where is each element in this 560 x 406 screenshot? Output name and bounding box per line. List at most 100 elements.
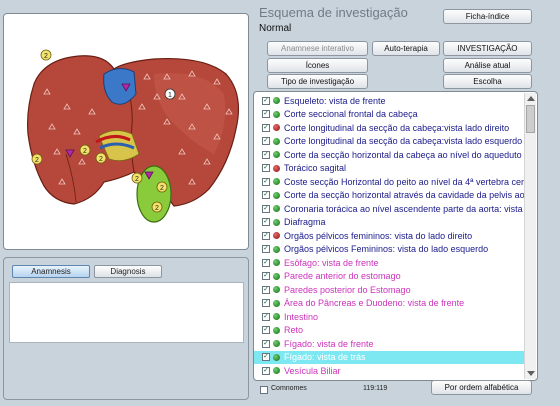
list-item-label: Diafragma bbox=[284, 217, 326, 227]
green-dot-icon bbox=[273, 272, 280, 280]
list-item[interactable]: ✓ Corte longitudinal da secção da cabeça:… bbox=[254, 121, 525, 134]
item-checkbox[interactable]: ✓ bbox=[262, 366, 270, 375]
list-item-label: Corte da secção horizontal da cabeça ao … bbox=[284, 149, 525, 160]
item-checkbox[interactable]: ✓ bbox=[262, 285, 270, 294]
analise-atual-button[interactable]: Análise atual bbox=[443, 58, 532, 73]
list-item[interactable]: ✓ Corte seccional frontal da cabeça bbox=[254, 108, 525, 121]
list-item[interactable]: ✓ Paredes posterior do Estomago bbox=[254, 283, 525, 296]
anamnese-interativo-button[interactable]: Anamnese interativo bbox=[267, 41, 368, 56]
list-item-label: Reto bbox=[284, 325, 304, 335]
auto-terapia-button[interactable]: Auto-terapia bbox=[372, 41, 440, 56]
green-dot-icon bbox=[273, 299, 280, 307]
list-item[interactable]: ✓ Vesícula Biliar bbox=[254, 364, 525, 377]
anatomy-image-panel[interactable]: 2 2 2 2 2 2 2 1 bbox=[3, 13, 249, 250]
page-subtitle: Normal bbox=[259, 23, 292, 34]
liver-illustration[interactable]: 2 2 2 2 2 2 2 1 bbox=[4, 14, 249, 250]
marker-5[interactable]: 2 bbox=[131, 172, 143, 184]
item-checkbox[interactable]: ✓ bbox=[262, 191, 270, 199]
marker-2[interactable]: 2 bbox=[79, 144, 91, 156]
tab-anamnesis[interactable]: Anamnesis bbox=[12, 265, 90, 278]
list-item[interactable]: ✓ Área do Pâncreas e Duodeno: vista de fr… bbox=[254, 297, 525, 310]
item-checkbox[interactable]: ✓ bbox=[262, 204, 270, 213]
item-checkbox[interactable]: ✓ bbox=[262, 258, 270, 267]
list-item[interactable]: ✓ Fígado: vista de frente bbox=[254, 337, 525, 350]
green-dot-icon bbox=[273, 367, 280, 374]
list-item-label: Coste secção Horizontal do peito ao níve… bbox=[284, 176, 525, 187]
green-dot-icon bbox=[273, 110, 280, 118]
item-checkbox[interactable]: ✓ bbox=[262, 326, 270, 334]
anamnesis-text-area[interactable] bbox=[9, 282, 244, 343]
ordem-alfabetica-button[interactable]: Por ordem alfabética bbox=[431, 380, 532, 395]
scroll-down-icon[interactable] bbox=[527, 371, 535, 376]
item-checkbox[interactable]: ✓ bbox=[262, 218, 270, 226]
item-checkbox[interactable]: ✓ bbox=[262, 339, 270, 348]
tab-diagnosis[interactable]: Diagnosis bbox=[94, 265, 162, 278]
item-checkbox[interactable]: ✓ bbox=[262, 123, 270, 132]
marker-1[interactable]: 2 bbox=[40, 49, 52, 61]
list-item[interactable]: ✓ Torácico sagital bbox=[254, 162, 525, 175]
list-item[interactable]: ✓ Orgãos pélvicos Femininos: vista do lad… bbox=[254, 243, 525, 256]
icones-button[interactable]: Ícones bbox=[267, 58, 368, 73]
marker-label: 2 bbox=[155, 205, 159, 212]
comnomes-label: Comnomes bbox=[271, 385, 307, 392]
investigacao-button[interactable]: INVESTIGAÇÃO bbox=[443, 41, 532, 56]
marker-4[interactable]: 2 bbox=[95, 152, 107, 164]
list-item[interactable]: ✓ Coronaria torácica ao nível ascendente … bbox=[254, 202, 525, 215]
marker-label: 2 bbox=[135, 176, 139, 183]
item-checkbox[interactable]: ✓ bbox=[262, 164, 270, 172]
list-item[interactable]: ✓ Diafragma bbox=[254, 216, 525, 229]
list-item[interactable]: ✓ Parede anterior do estomago bbox=[254, 270, 525, 283]
investigation-list[interactable]: ✓ Esqueleto: vista de frente ✓ Corte seccio… bbox=[253, 91, 538, 381]
green-dot-icon bbox=[273, 178, 280, 185]
item-checkbox[interactable]: ✓ bbox=[262, 353, 270, 361]
scroll-up-icon[interactable] bbox=[527, 96, 535, 101]
green-dot-icon bbox=[273, 353, 280, 361]
marker-label: 2 bbox=[160, 185, 164, 192]
list-item[interactable]: ✓ Esôfago: vista de frente bbox=[254, 256, 525, 269]
marker-8[interactable]: 1 bbox=[164, 88, 176, 100]
escolha-button[interactable]: Escolha bbox=[443, 74, 532, 89]
list-item[interactable]: ✓ Intestino bbox=[254, 310, 525, 323]
green-dot-icon bbox=[273, 137, 280, 145]
list-item-label: Fígado: vista de trás bbox=[284, 352, 366, 362]
item-checkbox[interactable]: ✓ bbox=[262, 137, 270, 145]
item-checkbox[interactable]: ✓ bbox=[262, 231, 270, 240]
list-item-label: Esqueleto: vista de frente bbox=[284, 95, 386, 106]
item-checkbox[interactable]: ✓ bbox=[262, 299, 270, 307]
list-item-label: Orgãos pélvicos Femininos: vista do lado… bbox=[284, 244, 489, 254]
list-item-label: Fígado: vista de frente bbox=[284, 338, 374, 349]
item-checkbox[interactable]: ✓ bbox=[262, 245, 270, 253]
list-item[interactable]: ✓ Corte da secção horizontal através da c… bbox=[254, 189, 525, 202]
green-dot-icon bbox=[273, 313, 280, 320]
list-item-label: Paredes posterior do Estomago bbox=[284, 284, 411, 295]
comnomes-checkbox[interactable] bbox=[260, 386, 268, 394]
marker-label: 2 bbox=[44, 53, 48, 60]
list-item[interactable]: ✓ Coste secção Horizontal do peito ao nív… bbox=[254, 175, 525, 188]
list-item-label: Coronaria torácica ao nível ascendente p… bbox=[284, 203, 525, 214]
scroll-thumb[interactable] bbox=[526, 105, 535, 133]
list-item[interactable]: ✓ Fígado: vista de trás bbox=[254, 350, 525, 364]
page-title: Esquema de investigação bbox=[259, 5, 408, 20]
item-checkbox[interactable]: ✓ bbox=[262, 110, 270, 118]
list-item[interactable]: ✓ Corte longitudinal da secção da cabeça:… bbox=[254, 135, 525, 148]
red-dot-icon bbox=[273, 232, 280, 239]
ficha-indice-button[interactable]: Ficha-índice bbox=[443, 9, 532, 24]
marker-6[interactable]: 2 bbox=[156, 181, 168, 193]
list-item[interactable]: ✓ Orgãos pélvicos femininos: vista do lad… bbox=[254, 229, 525, 242]
marker-3[interactable]: 2 bbox=[31, 153, 43, 165]
list-item-label: Orgãos pélvicos femininos: vista do lado… bbox=[284, 230, 473, 241]
item-checkbox[interactable]: ✓ bbox=[262, 312, 270, 321]
item-checkbox[interactable]: ✓ bbox=[262, 272, 270, 280]
tipo-investigacao-button[interactable]: Tipo de investigação bbox=[267, 74, 368, 89]
list-item[interactable]: ✓ Corte da secção horizontal da cabeça ao… bbox=[254, 148, 525, 161]
vertical-scrollbar[interactable] bbox=[524, 93, 536, 379]
green-dot-icon bbox=[273, 326, 280, 334]
item-checkbox[interactable]: ✓ bbox=[262, 150, 270, 159]
red-dot-icon bbox=[273, 164, 280, 172]
marker-label: 2 bbox=[83, 148, 87, 155]
item-checkbox[interactable]: ✓ bbox=[262, 96, 270, 105]
marker-7[interactable]: 2 bbox=[151, 201, 163, 213]
list-item[interactable]: ✓ Reto bbox=[254, 324, 525, 337]
item-checkbox[interactable]: ✓ bbox=[262, 177, 270, 186]
list-item[interactable]: ✓ Esqueleto: vista de frente bbox=[254, 94, 525, 107]
